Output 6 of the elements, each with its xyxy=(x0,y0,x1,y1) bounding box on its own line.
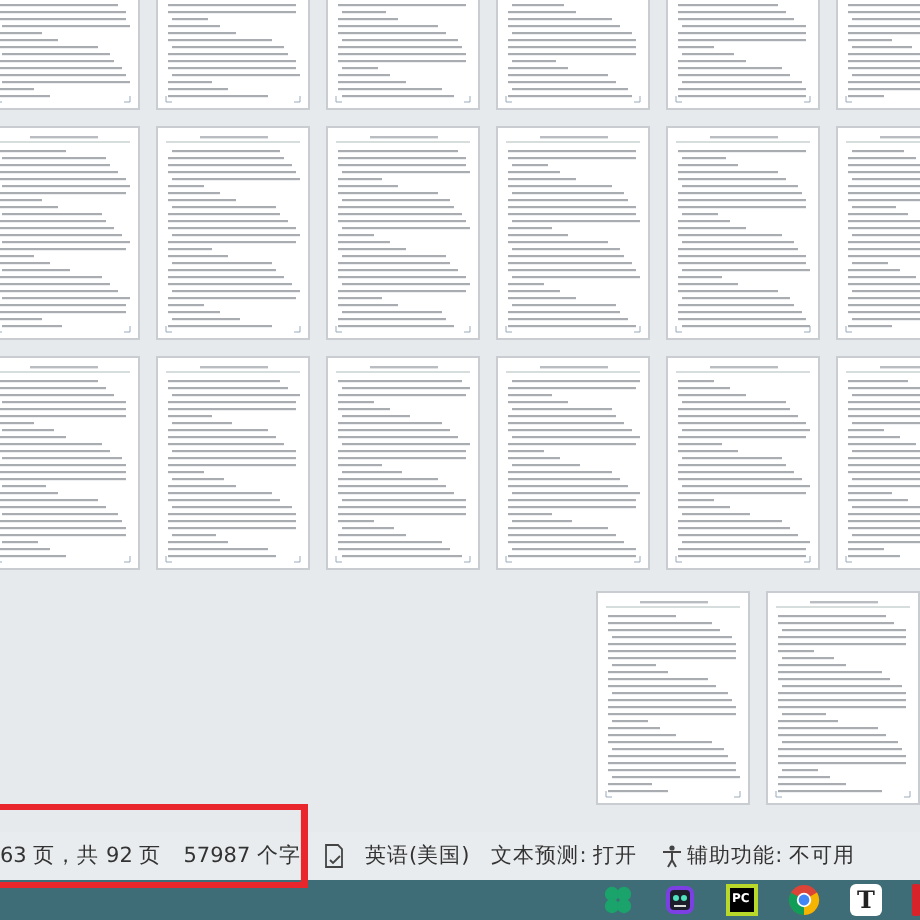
word-count[interactable]: 57987 个字 xyxy=(183,842,301,870)
editor-app-icon[interactable]: T xyxy=(850,884,882,916)
page-count[interactable]: 63 页，共 92 页 xyxy=(0,842,162,870)
text-prediction-status[interactable]: 文本预测: 打开 xyxy=(491,842,638,870)
language-indicator[interactable]: 英语(美国) xyxy=(365,842,470,870)
accessibility-status[interactable]: 辅助功能: 不可用 xyxy=(687,842,855,870)
